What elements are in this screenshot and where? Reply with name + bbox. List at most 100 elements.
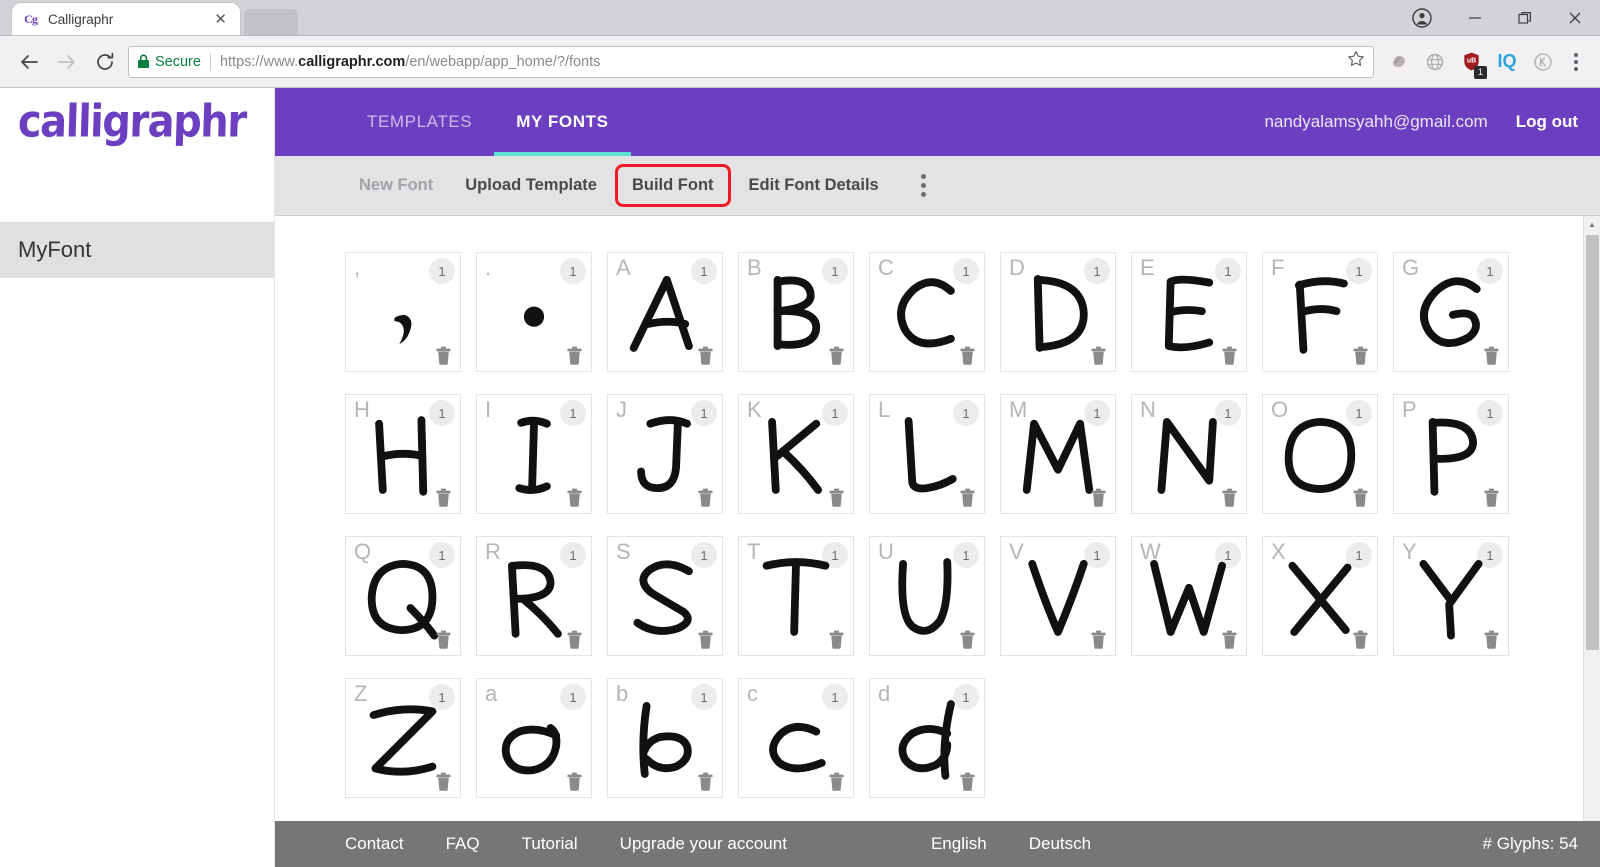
trash-icon[interactable] bbox=[828, 346, 845, 365]
trash-icon[interactable] bbox=[697, 630, 714, 649]
iq-icon[interactable]: IQ bbox=[1490, 45, 1524, 79]
trash-icon[interactable] bbox=[1221, 346, 1238, 365]
glyph-card[interactable]: Q1 bbox=[345, 536, 461, 656]
trash-icon[interactable] bbox=[828, 488, 845, 507]
glyph-card[interactable]: M1 bbox=[1000, 394, 1116, 514]
footer-link-tutorial[interactable]: Tutorial bbox=[522, 834, 578, 854]
glyph-card[interactable]: O1 bbox=[1262, 394, 1378, 514]
glyph-card[interactable]: X1 bbox=[1262, 536, 1378, 656]
kaspersky-icon[interactable] bbox=[1526, 45, 1560, 79]
trash-icon[interactable] bbox=[566, 346, 583, 365]
bookmark-star-icon[interactable] bbox=[1347, 50, 1365, 73]
sidebar-item-myfont[interactable]: MyFont bbox=[0, 222, 274, 278]
edit-font-details-button[interactable]: Edit Font Details bbox=[735, 166, 893, 205]
footer-lang-deutsch[interactable]: Deutsch bbox=[1029, 834, 1091, 854]
scrollbar-thumb[interactable] bbox=[1586, 235, 1599, 650]
nav-tab-my-fonts[interactable]: MY FONTS bbox=[494, 88, 631, 156]
trash-icon[interactable] bbox=[697, 346, 714, 365]
trash-icon[interactable] bbox=[566, 630, 583, 649]
trash-icon[interactable] bbox=[1483, 488, 1500, 507]
glyph-card[interactable]: E1 bbox=[1131, 252, 1247, 372]
glyph-card[interactable]: I1 bbox=[476, 394, 592, 514]
glyph-card[interactable]: G1 bbox=[1393, 252, 1509, 372]
footer-link-upgrade[interactable]: Upgrade your account bbox=[620, 834, 787, 854]
glyph-card[interactable]: L1 bbox=[869, 394, 985, 514]
glyph-card[interactable]: K1 bbox=[738, 394, 854, 514]
trash-icon[interactable] bbox=[1090, 488, 1107, 507]
glyph-card[interactable]: B1 bbox=[738, 252, 854, 372]
glyph-card[interactable]: N1 bbox=[1131, 394, 1247, 514]
trash-icon[interactable] bbox=[1090, 346, 1107, 365]
new-tab-button[interactable] bbox=[244, 9, 298, 35]
trash-icon[interactable] bbox=[1352, 488, 1369, 507]
glyph-card[interactable]: a1 bbox=[476, 678, 592, 798]
glyph-card[interactable]: Z1 bbox=[345, 678, 461, 798]
minimize-icon[interactable] bbox=[1450, 0, 1500, 36]
new-font-button[interactable]: New Font bbox=[345, 166, 447, 205]
trash-icon[interactable] bbox=[1090, 630, 1107, 649]
trash-icon[interactable] bbox=[1221, 630, 1238, 649]
glyph-card[interactable]: A1 bbox=[607, 252, 723, 372]
glyph-card[interactable]: J1 bbox=[607, 394, 723, 514]
reload-icon[interactable] bbox=[86, 43, 124, 81]
browser-tab[interactable]: Cg Calligraphr ✕ bbox=[12, 3, 240, 35]
tab-close-icon[interactable]: ✕ bbox=[211, 12, 230, 27]
trash-icon[interactable] bbox=[566, 488, 583, 507]
glyph-card[interactable]: .1 bbox=[476, 252, 592, 372]
trash-icon[interactable] bbox=[1352, 346, 1369, 365]
trash-icon[interactable] bbox=[435, 772, 452, 791]
trash-icon[interactable] bbox=[959, 346, 976, 365]
glyph-card[interactable]: T1 bbox=[738, 536, 854, 656]
footer-link-faq[interactable]: FAQ bbox=[446, 834, 480, 854]
glyph-card[interactable]: D1 bbox=[1000, 252, 1116, 372]
restore-icon[interactable] bbox=[1500, 0, 1550, 36]
logout-button[interactable]: Log out bbox=[1516, 112, 1578, 132]
trash-icon[interactable] bbox=[435, 346, 452, 365]
globe-shape-icon[interactable] bbox=[1382, 45, 1416, 79]
trash-icon[interactable] bbox=[1483, 630, 1500, 649]
glyph-card[interactable]: F1 bbox=[1262, 252, 1378, 372]
glyph-card[interactable]: H1 bbox=[345, 394, 461, 514]
glyph-scroll-area[interactable]: ,1.1A1B1C1D1E1F1G1 H1I1J1K1L1M1N1O1P1 Q1R1… bbox=[275, 216, 1583, 821]
footer-link-contact[interactable]: Contact bbox=[345, 834, 404, 854]
ublock-origin-icon[interactable]: uB 1 bbox=[1454, 45, 1488, 79]
profile-icon[interactable] bbox=[1394, 0, 1450, 36]
build-font-button[interactable]: Build Font bbox=[614, 164, 731, 207]
address-bar[interactable]: Secure https://www.calligraphr.com/en/we… bbox=[128, 45, 1374, 78]
glyph-card[interactable]: V1 bbox=[1000, 536, 1116, 656]
footer-lang-english[interactable]: English bbox=[931, 834, 987, 854]
glyph-card[interactable]: S1 bbox=[607, 536, 723, 656]
glyph-card[interactable]: C1 bbox=[869, 252, 985, 372]
vertical-scrollbar[interactable]: ▲ ▼ bbox=[1583, 216, 1600, 867]
glyph-card[interactable]: d1 bbox=[869, 678, 985, 798]
trash-icon[interactable] bbox=[959, 630, 976, 649]
trash-icon[interactable] bbox=[697, 488, 714, 507]
glyph-card[interactable]: Y1 bbox=[1393, 536, 1509, 656]
trash-icon[interactable] bbox=[435, 488, 452, 507]
trash-icon[interactable] bbox=[697, 772, 714, 791]
brand-logo-cell[interactable]: calligraphr bbox=[0, 88, 275, 156]
trash-icon[interactable] bbox=[435, 630, 452, 649]
glyph-card[interactable]: c1 bbox=[738, 678, 854, 798]
trash-icon[interactable] bbox=[1221, 488, 1238, 507]
trash-icon[interactable] bbox=[566, 772, 583, 791]
glyph-card[interactable]: W1 bbox=[1131, 536, 1247, 656]
glyph-card[interactable]: U1 bbox=[869, 536, 985, 656]
trash-icon[interactable] bbox=[959, 772, 976, 791]
glyph-card[interactable]: P1 bbox=[1393, 394, 1509, 514]
trash-icon[interactable] bbox=[959, 488, 976, 507]
glyph-card[interactable]: ,1 bbox=[345, 252, 461, 372]
more-vertical-icon[interactable] bbox=[907, 174, 941, 197]
back-arrow-icon[interactable] bbox=[10, 43, 48, 81]
window-close-icon[interactable] bbox=[1550, 0, 1600, 36]
glyph-card[interactable]: R1 bbox=[476, 536, 592, 656]
nav-tab-templates[interactable]: TEMPLATES bbox=[345, 88, 494, 156]
trash-icon[interactable] bbox=[1352, 630, 1369, 649]
chrome-menu-icon[interactable] bbox=[1562, 45, 1590, 79]
trash-icon[interactable] bbox=[828, 772, 845, 791]
trash-icon[interactable] bbox=[828, 630, 845, 649]
upload-template-button[interactable]: Upload Template bbox=[451, 166, 611, 205]
glyph-card[interactable]: b1 bbox=[607, 678, 723, 798]
trash-icon[interactable] bbox=[1483, 346, 1500, 365]
scroll-up-arrow-icon[interactable]: ▲ bbox=[1584, 216, 1600, 233]
